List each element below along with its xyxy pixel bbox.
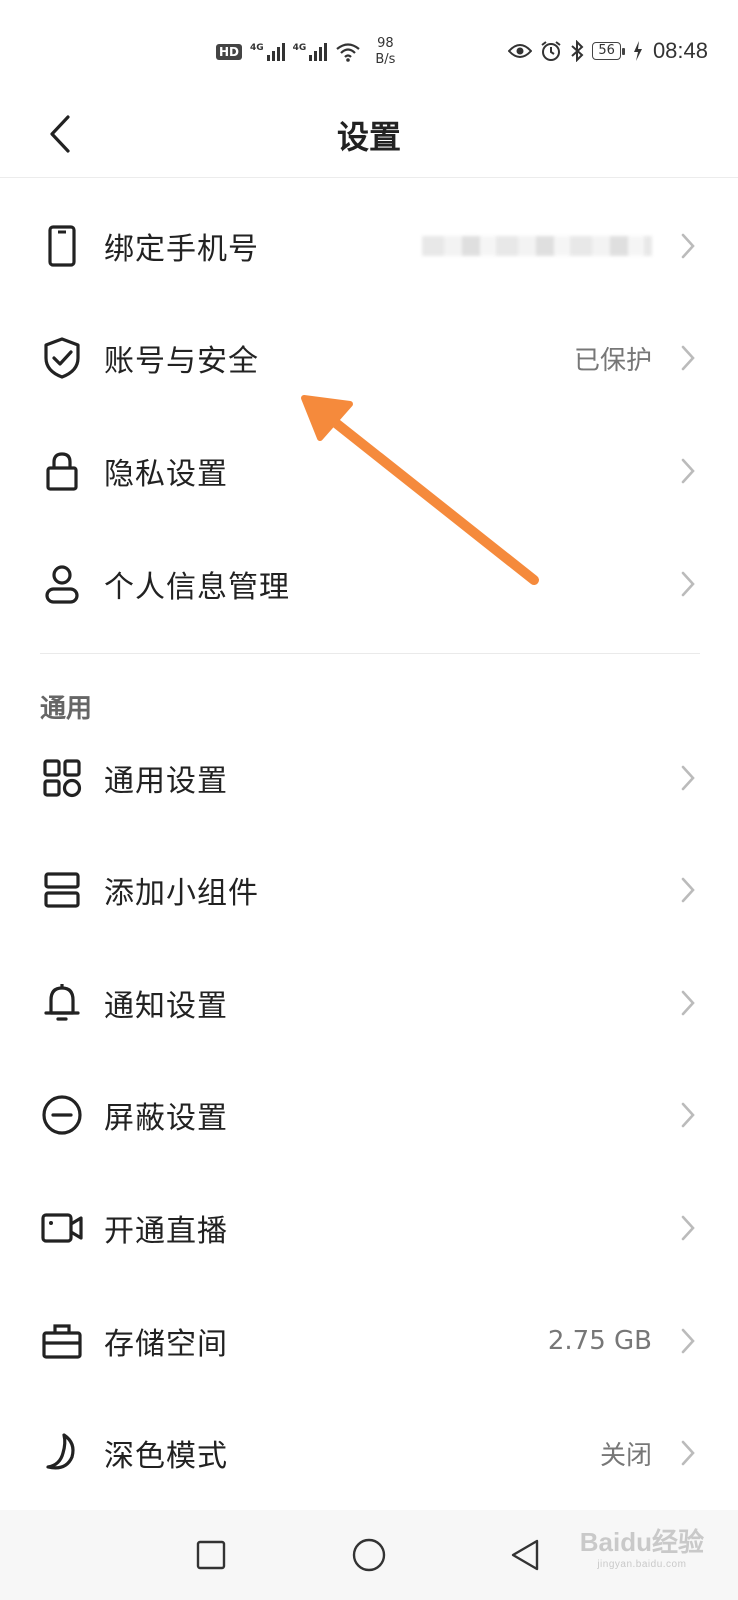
recent-apps-icon — [196, 1540, 226, 1570]
row-label: 隐私设置 — [104, 457, 228, 492]
chevron-right-icon — [676, 568, 700, 600]
block-icon — [40, 1093, 84, 1137]
row-label: 添加小组件 — [104, 876, 259, 911]
settings-row-live-stream[interactable]: 开通直播 — [0, 1172, 738, 1284]
row-label: 绑定手机号 — [104, 232, 259, 267]
row-label: 存储空间 — [104, 1327, 228, 1362]
settings-row-block[interactable]: 屏蔽设置 — [0, 1059, 738, 1171]
moon-icon — [40, 1431, 84, 1475]
wifi-icon — [336, 43, 361, 62]
settings-row-privacy[interactable]: 隐私设置 — [0, 415, 738, 527]
settings-row-general[interactable]: 通用设置 — [0, 722, 738, 834]
storage-box-icon — [40, 1319, 84, 1363]
section-title-general: 通用 — [40, 694, 93, 724]
settings-row-account-security[interactable]: 账号与安全 已保护 — [0, 302, 738, 414]
grid-icon — [40, 756, 84, 800]
row-label: 个人信息管理 — [104, 570, 290, 605]
settings-row-dark-mode[interactable]: 深色模式 关闭 — [0, 1397, 738, 1509]
widget-icon — [40, 868, 84, 912]
battery-icon: 56 — [592, 42, 625, 60]
lock-icon — [40, 449, 84, 493]
status-bar: HD 4G 4G 98 B/s 56 08:48 — [0, 0, 738, 100]
charging-icon — [633, 41, 642, 61]
nav-back-button[interactable] — [502, 1532, 548, 1578]
page-title: 设置 — [336, 118, 401, 156]
row-value: 已保护 — [573, 345, 652, 376]
row-label: 屏蔽设置 — [104, 1101, 228, 1136]
status-bar-right: 56 08:48 — [508, 38, 708, 64]
row-label: 开通直播 — [104, 1214, 228, 1249]
settings-row-add-widget[interactable]: 添加小组件 — [0, 834, 738, 946]
home-icon — [352, 1538, 386, 1572]
shield-check-icon — [40, 336, 84, 380]
row-label: 账号与安全 — [104, 344, 259, 379]
back-icon — [511, 1539, 539, 1571]
row-value: 2.75 GB — [547, 1326, 652, 1356]
row-value: 关闭 — [599, 1440, 652, 1471]
eye-icon — [508, 44, 533, 58]
chevron-right-icon — [676, 1437, 700, 1469]
chevron-right-icon — [676, 987, 700, 1019]
settings-row-notifications[interactable]: 通知设置 — [0, 947, 738, 1059]
clock: 08:48 — [652, 38, 708, 63]
home-button[interactable] — [346, 1532, 392, 1578]
chevron-right-icon — [676, 1099, 700, 1131]
chevron-right-icon — [676, 455, 700, 487]
chevron-right-icon — [676, 762, 700, 794]
chevron-right-icon — [676, 1325, 700, 1357]
settings-row-bind-phone[interactable]: 绑定手机号 — [0, 190, 738, 302]
signal-icon-2: 4G — [293, 43, 328, 61]
phone-icon — [40, 224, 84, 268]
settings-row-storage[interactable]: 存储空间 2.75 GB — [0, 1285, 738, 1397]
chevron-right-icon — [676, 1212, 700, 1244]
bluetooth-icon — [571, 40, 584, 62]
header: 设置 — [0, 100, 738, 178]
chevron-right-icon — [676, 874, 700, 906]
watermark: Baidu经验 jingyan.baidu.com — [579, 1527, 704, 1570]
row-label: 通用设置 — [104, 764, 228, 799]
chevron-right-icon — [676, 230, 700, 262]
status-bar-left: HD 4G 4G 98 B/s — [216, 36, 395, 68]
net-speed: 98 B/s — [375, 36, 396, 67]
hd-icon: HD — [216, 44, 243, 60]
recent-apps-button[interactable] — [188, 1532, 234, 1578]
bell-icon — [40, 981, 84, 1025]
signal-icon: 4G — [250, 43, 285, 61]
person-icon — [40, 562, 84, 606]
video-camera-icon — [40, 1206, 84, 1250]
chevron-right-icon — [676, 342, 700, 374]
alarm-icon — [541, 41, 561, 61]
blurred-phone-number — [422, 236, 652, 256]
section-divider — [40, 653, 700, 654]
row-label: 深色模式 — [104, 1439, 228, 1474]
settings-row-personal-info[interactable]: 个人信息管理 — [0, 528, 738, 640]
row-label: 通知设置 — [104, 989, 228, 1024]
